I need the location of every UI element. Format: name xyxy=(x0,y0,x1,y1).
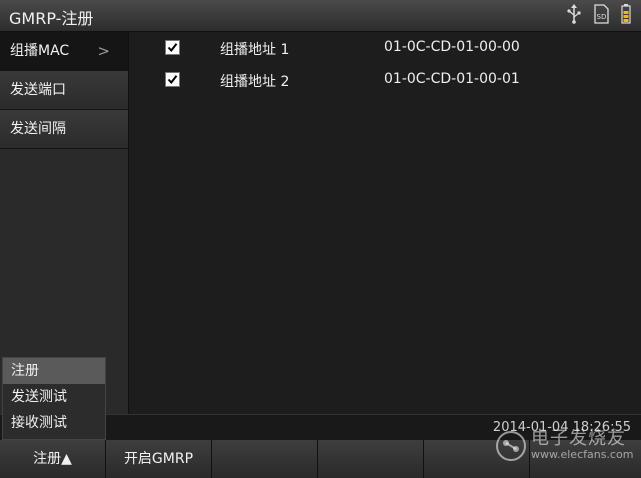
checkmark-icon xyxy=(167,75,178,85)
sidebar-item-send-interval[interactable]: 发送间隔 xyxy=(0,110,128,149)
sidebar-item-label: 发送间隔 xyxy=(10,121,66,137)
window-title: GMRP-注册 xyxy=(9,9,94,28)
list-item[interactable]: 组播地址 2 01-0C-CD-01-00-01 xyxy=(129,64,641,96)
multicast-mac: 01-0C-CD-01-00-00 xyxy=(384,39,520,55)
sd-card-label: SD xyxy=(597,13,607,21)
multicast-name: 组播地址 2 xyxy=(220,74,290,90)
watermark-logo: 电子发烧友 www.elecfans.com xyxy=(495,422,635,472)
sidebar-item-label: 发送端口 xyxy=(10,82,66,98)
multicast-list: 组播地址 1 01-0C-CD-01-00-00 组播地址 2 01-0C-CD… xyxy=(129,32,641,414)
register-popup-menu: 注册 发送测试 接收测试 xyxy=(2,357,106,440)
sidebar-item-label: 组播MAC xyxy=(10,43,70,59)
multicast-mac: 01-0C-CD-01-00-01 xyxy=(384,71,520,87)
register-menu-button[interactable]: 注册▲ xyxy=(0,440,106,478)
watermark-text: 电子发烧友 xyxy=(531,428,626,449)
checkbox[interactable] xyxy=(165,40,180,55)
status-icons: SD xyxy=(567,4,631,24)
enable-gmrp-button[interactable]: 开启GMRP xyxy=(106,440,212,478)
sidebar-item-send-port[interactable]: 发送端口 xyxy=(0,71,128,110)
logo-icon xyxy=(496,431,526,461)
menu-item-register[interactable]: 注册 xyxy=(3,358,105,384)
chevron-right-icon: > xyxy=(97,42,110,60)
menu-item-send-test[interactable]: 发送测试 xyxy=(3,384,105,410)
multicast-name: 组播地址 1 xyxy=(220,42,290,58)
usb-icon xyxy=(567,4,581,24)
list-item[interactable]: 组播地址 1 01-0C-CD-01-00-00 xyxy=(129,32,641,64)
watermark-url: www.elecfans.com xyxy=(531,448,634,461)
function-key-3[interactable] xyxy=(212,440,318,478)
sidebar-item-multicast-mac[interactable]: 组播MAC > xyxy=(0,32,128,71)
battery-icon xyxy=(621,4,631,24)
function-key-4[interactable] xyxy=(318,440,424,478)
sd-card-icon: SD xyxy=(593,4,609,24)
title-bar: GMRP-注册 SD xyxy=(0,0,641,32)
checkbox[interactable] xyxy=(165,72,180,87)
menu-item-receive-test[interactable]: 接收测试 xyxy=(3,410,105,436)
checkmark-icon xyxy=(167,43,178,53)
